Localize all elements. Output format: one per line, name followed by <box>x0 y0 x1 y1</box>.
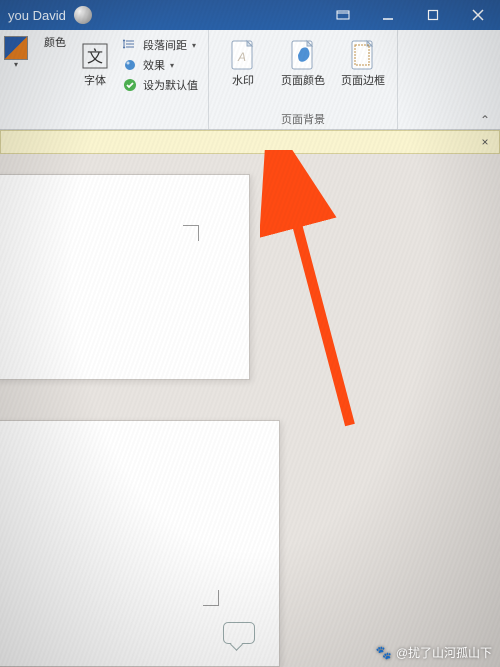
window-controls <box>320 0 500 30</box>
fonts-dropdown[interactable]: 文 字体 <box>78 34 112 91</box>
paragraph-spacing-icon <box>122 37 138 53</box>
bucket-icon <box>4 36 28 60</box>
checkmark-icon <box>122 77 138 93</box>
colors-dropdown[interactable]: 颜色 <box>40 34 70 53</box>
effects-button[interactable]: 效果 ▾ <box>120 56 200 74</box>
svg-text:A: A <box>237 50 246 64</box>
colors-button[interactable]: ▾ <box>0 34 32 71</box>
page-color-button[interactable]: 页面颜色 <box>277 34 329 91</box>
page-color-icon <box>287 37 319 75</box>
title-bar: you David <box>0 0 500 30</box>
ribbon-options-icon[interactable] <box>320 0 365 30</box>
svg-text:文: 文 <box>87 48 103 66</box>
watermark-icon: A <box>227 37 259 75</box>
paragraph-spacing-button[interactable]: 段落间距 ▾ <box>120 36 200 54</box>
page-borders-icon <box>347 37 379 75</box>
page-borders-button[interactable]: 页面边框 <box>337 34 389 91</box>
minimize-button[interactable] <box>365 0 410 30</box>
watermark-credit: 🐾 @扰了山河孤山下 <box>376 644 492 661</box>
document-area[interactable] <box>0 154 500 667</box>
ribbon: ▾ 颜色 文 字体 段落间距 ▾ <box>0 30 500 130</box>
page[interactable] <box>0 174 250 380</box>
message-bar-close-icon[interactable]: × <box>477 135 493 149</box>
group-label-page-background: 页面背景 <box>217 109 389 127</box>
message-bar: × <box>0 130 500 154</box>
title-user: you David <box>8 8 66 23</box>
margin-corner-icon <box>203 590 219 606</box>
watermark-button[interactable]: A 水印 <box>217 34 269 91</box>
maximize-button[interactable] <box>410 0 455 30</box>
comment-icon[interactable] <box>223 622 255 644</box>
avatar[interactable] <box>74 6 92 24</box>
page[interactable] <box>0 420 280 667</box>
set-default-button[interactable]: 设为默认值 <box>120 76 200 94</box>
font-icon: 文 <box>81 37 109 75</box>
effects-icon <box>122 57 138 73</box>
collapse-ribbon-icon[interactable]: ⌃ <box>476 113 494 127</box>
margin-corner-icon <box>183 225 199 241</box>
close-button[interactable] <box>455 0 500 30</box>
paw-icon: 🐾 <box>376 645 392 661</box>
